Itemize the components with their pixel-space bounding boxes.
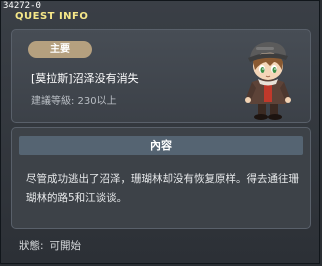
quest-status: 狀態: 可開始 [19, 238, 81, 253]
content-header: 內容 [19, 136, 303, 155]
level-requirement: 建議等級: 230以上 [31, 96, 117, 107]
quest-description: 尽管成功逃出了沼泽，珊瑚林却没有恢复原样。得去通往珊瑚林的路5和江谈谈。 [26, 173, 299, 204]
quest-id: 34272-0 [3, 1, 41, 11]
npc-portrait-icon [236, 32, 302, 122]
quest-name: [莫拉斯]沼泽没有消失 [31, 72, 139, 85]
quest-content-panel: 內容 尽管成功逃出了沼泽，珊瑚林却没有恢复原样。得去通往珊瑚林的路5和江谈谈。 [11, 127, 311, 229]
title-bar[interactable]: 34272-0 QUEST INFO [1, 1, 319, 23]
category-badge: 主要 [28, 41, 92, 58]
quest-info-window: 34272-0 QUEST INFO 主要 [莫拉斯]沼泽没有消失 建議等級: … [0, 0, 320, 264]
status-label: 狀態: [19, 240, 44, 252]
status-value: 可開始 [49, 240, 82, 252]
window-title: QUEST INFO [15, 11, 89, 22]
quest-summary-panel: 主要 [莫拉斯]沼泽没有消失 建議等級: 230以上 [11, 29, 311, 123]
